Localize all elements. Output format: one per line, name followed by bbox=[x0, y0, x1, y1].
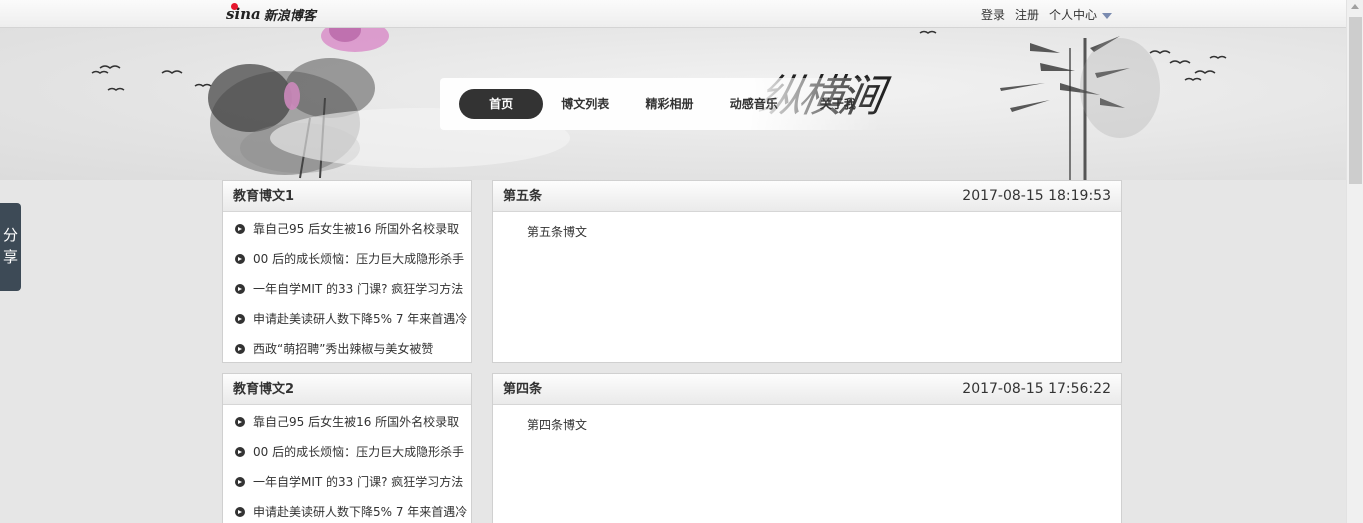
list-item[interactable]: 申请赴美读研人数下降5% 7 年来首遇冷 bbox=[223, 497, 471, 523]
chevron-down-icon bbox=[1102, 12, 1113, 19]
arrow-circle-icon bbox=[235, 477, 245, 487]
arrow-circle-icon bbox=[235, 417, 245, 427]
vertical-scrollbar[interactable] bbox=[1346, 0, 1363, 523]
nav-about-me[interactable]: 关于我 bbox=[796, 89, 880, 119]
list-item-label: 00 后的成长烦恼：压力巨大成隐形杀手 bbox=[253, 252, 465, 266]
arrow-circle-icon bbox=[235, 284, 245, 294]
article-panel: 第四条 2017-08-15 17:56:22 第四条博文 bbox=[492, 373, 1122, 523]
top-links: 登录 注册 个人中心 bbox=[981, 6, 1113, 23]
module-title: 教育博文2 bbox=[223, 374, 471, 405]
sidebar-module: 教育博文1 靠自己95 后女生被16 所国外名校录取 00 后的成长烦恼：压力巨… bbox=[222, 180, 472, 363]
arrow-circle-icon bbox=[235, 507, 245, 517]
main-nav: 首页 博文列表 精彩相册 动感音乐 关于我 bbox=[440, 78, 880, 130]
personal-center-menu[interactable]: 个人中心 bbox=[1049, 6, 1113, 23]
arrow-circle-icon bbox=[235, 447, 245, 457]
register-link[interactable]: 注册 bbox=[1015, 6, 1039, 23]
blog-header-banner: 纵横涧 首页 博文列表 精彩相册 动感音乐 关于我 bbox=[0, 28, 1346, 180]
article-header: 第五条 2017-08-15 18:19:53 bbox=[493, 181, 1121, 212]
nav-blog-list[interactable]: 博文列表 bbox=[543, 89, 627, 119]
top-bar: sina 新浪博客 登录 注册 个人中心 bbox=[0, 0, 1346, 28]
list-item-label: 一年自学MIT 的33 门课? 疯狂学习方法 bbox=[253, 282, 464, 296]
list-item[interactable]: 00 后的成长烦恼：压力巨大成隐形杀手 bbox=[223, 437, 471, 467]
list-item[interactable]: 西政“萌招聘”秀出辣椒与美女被赞 bbox=[223, 334, 471, 364]
article-title[interactable]: 第四条 bbox=[503, 374, 542, 404]
article-body: 第五条博文 bbox=[527, 225, 588, 239]
list-item[interactable]: 一年自学MIT 的33 门课? 疯狂学习方法 bbox=[223, 274, 471, 304]
nav-home[interactable]: 首页 bbox=[459, 89, 544, 119]
article-header: 第四条 2017-08-15 17:56:22 bbox=[493, 374, 1121, 405]
list-item-label: 西政“萌招聘”秀出辣椒与美女被赞 bbox=[253, 342, 434, 356]
list-item[interactable]: 靠自己95 后女生被16 所国外名校录取 bbox=[223, 214, 471, 244]
sidebar-module: 教育博文2 靠自己95 后女生被16 所国外名校录取 00 后的成长烦恼：压力巨… bbox=[222, 373, 472, 523]
article-timestamp: 2017-08-15 17:56:22 bbox=[962, 381, 1111, 397]
list-item-label: 00 后的成长烦恼：压力巨大成隐形杀手 bbox=[253, 445, 465, 459]
article-body: 第四条博文 bbox=[527, 418, 588, 432]
blog-logo-text: 新浪博客 bbox=[263, 8, 316, 24]
nav-photo-album[interactable]: 精彩相册 bbox=[627, 89, 711, 119]
list-item-label: 申请赴美读研人数下降5% 7 年来首遇冷 bbox=[253, 505, 468, 519]
list-item[interactable]: 靠自己95 后女生被16 所国外名校录取 bbox=[223, 407, 471, 437]
list-item[interactable]: 申请赴美读研人数下降5% 7 年来首遇冷 bbox=[223, 304, 471, 334]
nav-music[interactable]: 动感音乐 bbox=[712, 89, 796, 119]
list-item-label: 靠自己95 后女生被16 所国外名校录取 bbox=[253, 415, 460, 429]
list-item-label: 一年自学MIT 的33 门课? 疯狂学习方法 bbox=[253, 475, 464, 489]
arrow-circle-icon bbox=[235, 224, 245, 234]
list-item[interactable]: 00 后的成长烦恼：压力巨大成隐形杀手 bbox=[223, 244, 471, 274]
arrow-circle-icon bbox=[235, 254, 245, 264]
share-label-1: 分 bbox=[2, 226, 18, 244]
list-item-label: 申请赴美读研人数下降5% 7 年来首遇冷 bbox=[253, 312, 468, 326]
share-label-2: 享 bbox=[2, 248, 18, 266]
article-timestamp: 2017-08-15 18:19:53 bbox=[962, 188, 1111, 204]
list-item[interactable]: 一年自学MIT 的33 门课? 疯狂学习方法 bbox=[223, 467, 471, 497]
module-list: 靠自己95 后女生被16 所国外名校录取 00 后的成长烦恼：压力巨大成隐形杀手… bbox=[223, 212, 471, 364]
list-item-label: 靠自己95 后女生被16 所国外名校录取 bbox=[253, 222, 460, 236]
scrollbar-thumb[interactable] bbox=[1349, 17, 1362, 184]
scroll-up-icon[interactable] bbox=[1351, 4, 1359, 9]
share-button[interactable]: 分 享 bbox=[0, 203, 21, 291]
sina-blog-logo[interactable]: sina 新浪博客 bbox=[226, 3, 316, 25]
sina-logo-text: sina bbox=[226, 3, 261, 23]
article-panel: 第五条 2017-08-15 18:19:53 第五条博文 bbox=[492, 180, 1122, 363]
arrow-circle-icon bbox=[235, 344, 245, 354]
arrow-circle-icon bbox=[235, 314, 245, 324]
module-list: 靠自己95 后女生被16 所国外名校录取 00 后的成长烦恼：压力巨大成隐形杀手… bbox=[223, 405, 471, 523]
module-title: 教育博文1 bbox=[223, 181, 471, 212]
article-title[interactable]: 第五条 bbox=[503, 181, 542, 211]
login-link[interactable]: 登录 bbox=[981, 6, 1005, 23]
personal-center-label: 个人中心 bbox=[1049, 8, 1098, 22]
